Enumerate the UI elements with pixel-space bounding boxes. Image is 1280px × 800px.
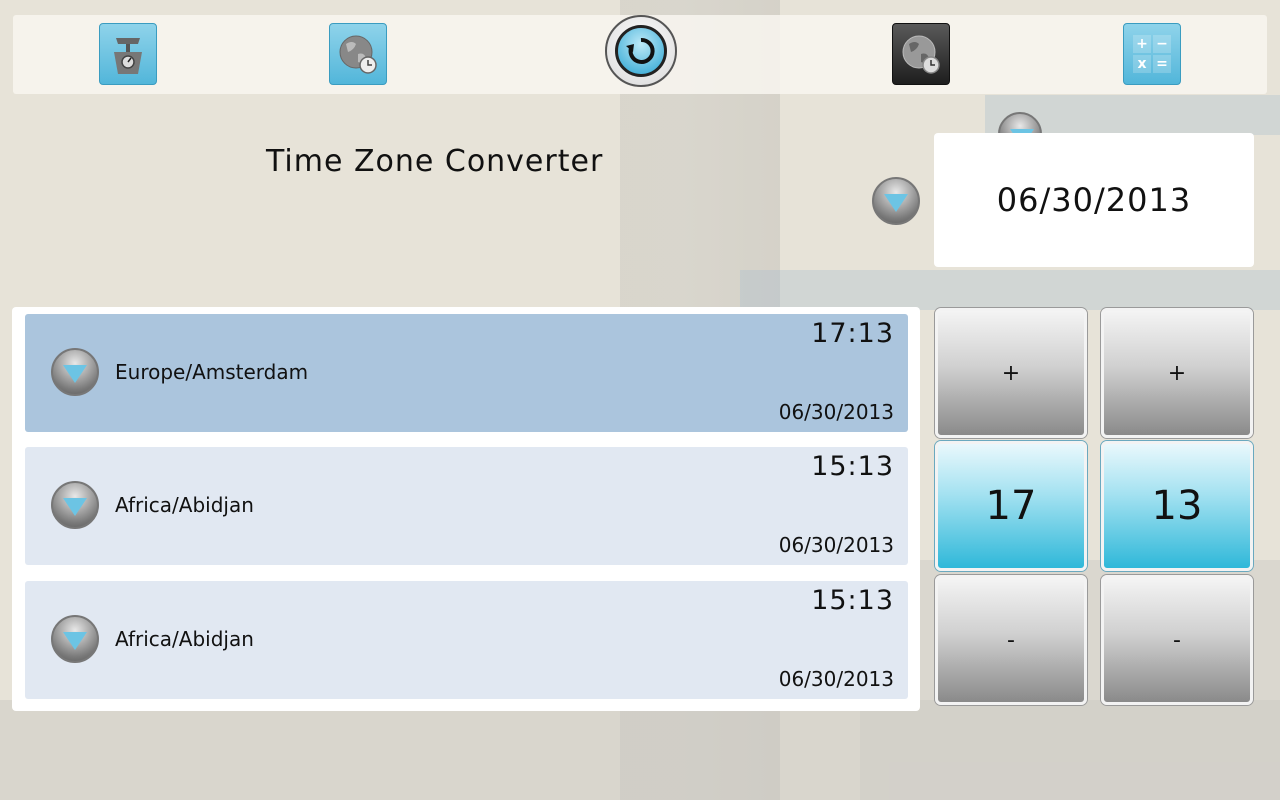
hour-increment-button[interactable]: + — [935, 308, 1087, 438]
timezone-row[interactable]: Africa/Abidjan 15:13 06/30/2013 — [25, 581, 908, 699]
refresh-button[interactable] — [605, 15, 677, 87]
background-floor — [0, 700, 1280, 800]
calculator-icon: + − x = — [1133, 35, 1171, 73]
timezone-time: 17:13 — [811, 318, 894, 349]
world-clock-dark-button[interactable] — [892, 23, 950, 85]
world-clock-dark-icon — [902, 35, 940, 74]
timezone-date: 06/30/2013 — [778, 533, 894, 557]
timezone-time: 15:13 — [811, 585, 894, 616]
page-title: Time Zone Converter — [266, 144, 604, 179]
timezone-list: Europe/Amsterdam 17:13 06/30/2013 Africa… — [12, 307, 920, 711]
calc-symbol-minus: − — [1153, 35, 1171, 53]
scale-icon — [114, 38, 142, 74]
timezone-name: Africa/Abidjan — [115, 493, 254, 517]
timezone-row[interactable]: Europe/Amsterdam 17:13 06/30/2013 — [25, 314, 908, 432]
scale-button[interactable] — [99, 23, 157, 85]
hour-decrement-button[interactable]: - — [935, 575, 1087, 705]
timezone-name: Europe/Amsterdam — [115, 360, 309, 384]
hour-value: 17 — [935, 441, 1087, 571]
top-toolbar: + − x = — [13, 15, 1267, 94]
background-stripe — [740, 270, 1280, 310]
timezone-name: Africa/Abidjan — [115, 627, 254, 651]
date-field[interactable]: 06/30/2013 — [934, 133, 1254, 267]
calculator-button[interactable]: + − x = — [1123, 23, 1181, 85]
minute-increment-button[interactable]: + — [1101, 308, 1253, 438]
date-dropdown-icon[interactable] — [872, 177, 920, 225]
timezone-dropdown-icon[interactable] — [51, 348, 99, 396]
timezone-row[interactable]: Africa/Abidjan 15:13 06/30/2013 — [25, 447, 908, 565]
timezone-dropdown-icon[interactable] — [51, 481, 99, 529]
minute-value: 13 — [1101, 441, 1253, 571]
timezone-dropdown-icon[interactable] — [51, 615, 99, 663]
timezone-date: 06/30/2013 — [778, 667, 894, 691]
world-clock-icon — [339, 35, 377, 74]
minute-decrement-button[interactable]: - — [1101, 575, 1253, 705]
timezone-time: 15:13 — [811, 451, 894, 482]
calc-symbol-times: x — [1133, 55, 1151, 73]
calc-symbol-equals: = — [1153, 55, 1171, 73]
calc-symbol-plus: + — [1133, 35, 1151, 53]
world-clock-button[interactable] — [329, 23, 387, 85]
timezone-date: 06/30/2013 — [778, 400, 894, 424]
refresh-icon — [615, 25, 667, 77]
